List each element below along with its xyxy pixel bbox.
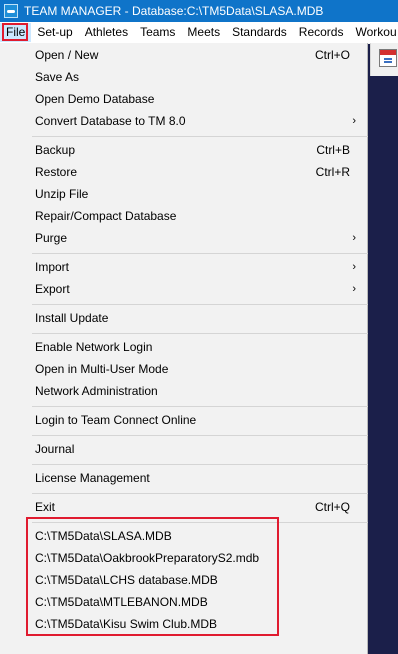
menu-item-install-update[interactable]: Install Update [3, 308, 365, 329]
recent-file-item[interactable]: C:\TM5Data\Kisu Swim Club.MDB [3, 614, 365, 635]
submenu-arrow-icon: › [352, 283, 356, 295]
menu-item-label: Network Administration [35, 384, 158, 398]
window-title: TEAM MANAGER - Database:C:\TM5Data\SLASA… [24, 4, 324, 18]
menu-separator [32, 333, 368, 334]
menu-separator [32, 136, 368, 137]
menu-separator [32, 304, 368, 305]
submenu-arrow-icon: › [352, 261, 356, 273]
menu-item-open-demo-database[interactable]: Open Demo Database [3, 89, 365, 110]
menu-item-label: Install Update [35, 311, 109, 325]
menu-item-label: Import [35, 260, 70, 274]
menu-records[interactable]: Records [293, 23, 350, 42]
toolbar [370, 43, 398, 76]
menu-item-backup[interactable]: Backup Ctrl+B [3, 140, 365, 161]
menu-teams[interactable]: Teams [134, 23, 181, 42]
menu-item-label: Export [35, 282, 70, 296]
menu-item-label: Unzip File [35, 187, 89, 201]
menu-item-label: Exit [35, 500, 56, 514]
recent-file-item[interactable]: C:\TM5Data\SLASA.MDB [3, 526, 365, 547]
recent-file-path: C:\TM5Data\Kisu Swim Club.MDB [35, 617, 218, 631]
submenu-arrow-icon: › [352, 115, 356, 127]
menu-item-label: Login to Team Connect Online [35, 413, 197, 427]
recent-file-path: C:\TM5Data\MTLEBANON.MDB [35, 595, 208, 609]
file-menu-dropdown: Open / New Ctrl+O Save As Open Demo Data… [0, 43, 368, 654]
menu-item-shortcut: Ctrl+R [315, 165, 350, 179]
menu-item-restore[interactable]: Restore Ctrl+R [3, 162, 365, 183]
menu-separator [32, 253, 368, 254]
recent-file-item[interactable]: C:\TM5Data\LCHS database.MDB [3, 570, 365, 591]
recent-file-item[interactable]: C:\TM5Data\OakbrookPreparatoryS2.mdb [3, 548, 365, 569]
menu-item-open-multi-user[interactable]: Open in Multi-User Mode [3, 359, 365, 380]
menu-workouts[interactable]: Workou [349, 23, 398, 42]
menu-item-label: Save As [35, 70, 80, 84]
menu-file[interactable]: File [0, 23, 32, 42]
menu-setup[interactable]: Set-up [31, 23, 78, 42]
menu-item-label: Restore [35, 165, 78, 179]
menu-item-purge[interactable]: Purge › [3, 228, 365, 249]
menu-separator [32, 464, 368, 465]
menu-item-license-management[interactable]: License Management [3, 468, 365, 489]
menu-item-label: Open / New [35, 48, 99, 62]
recent-file-item[interactable]: C:\TM5Data\MTLEBANON.MDB [3, 592, 365, 613]
title-bar: TEAM MANAGER - Database:C:\TM5Data\SLASA… [0, 0, 398, 22]
menu-item-open-new[interactable]: Open / New Ctrl+O [3, 45, 365, 66]
menu-item-label: Repair/Compact Database [35, 209, 177, 223]
menu-item-convert-database[interactable]: Convert Database to TM 8.0 › [3, 111, 365, 132]
menu-item-shortcut: Ctrl+Q [314, 500, 350, 514]
menu-separator [32, 522, 368, 523]
menu-item-label: Purge [35, 231, 68, 245]
menu-bar: File Set-up Athletes Teams Meets Standar… [0, 22, 398, 44]
menu-item-network-administration[interactable]: Network Administration [3, 381, 365, 402]
menu-item-label: Open Demo Database [35, 92, 155, 106]
menu-standards[interactable]: Standards [226, 23, 293, 42]
recent-file-path: C:\TM5Data\SLASA.MDB [35, 529, 172, 543]
menu-separator [32, 493, 368, 494]
menu-item-label: License Management [35, 471, 150, 485]
app-icon [4, 4, 18, 18]
menu-athletes[interactable]: Athletes [79, 23, 134, 42]
menu-item-exit[interactable]: Exit Ctrl+Q [3, 497, 365, 518]
recent-file-path: C:\TM5Data\OakbrookPreparatoryS2.mdb [35, 551, 260, 565]
calendar-icon[interactable] [379, 49, 397, 67]
menu-item-label: Journal [35, 442, 75, 456]
menu-item-label: Enable Network Login [35, 340, 153, 354]
submenu-arrow-icon: › [352, 232, 356, 244]
menu-item-unzip-file[interactable]: Unzip File [3, 184, 365, 205]
menu-item-label: Open in Multi-User Mode [35, 362, 169, 376]
menu-item-shortcut: Ctrl+O [314, 48, 350, 62]
menu-separator [32, 435, 368, 436]
menu-item-import[interactable]: Import › [3, 257, 365, 278]
menu-separator [32, 406, 368, 407]
menu-item-shortcut: Ctrl+B [316, 143, 350, 157]
menu-item-login-team-connect[interactable]: Login to Team Connect Online [3, 410, 365, 431]
menu-item-export[interactable]: Export › [3, 279, 365, 300]
menu-item-enable-network-login[interactable]: Enable Network Login [3, 337, 365, 358]
menu-item-journal[interactable]: Journal [3, 439, 365, 460]
menu-item-label: Backup [35, 143, 76, 157]
menu-item-save-as[interactable]: Save As [3, 67, 365, 88]
menu-item-repair-compact[interactable]: Repair/Compact Database [3, 206, 365, 227]
menu-item-label: Convert Database to TM 8.0 [35, 114, 186, 128]
menu-meets[interactable]: Meets [181, 23, 226, 42]
recent-file-path: C:\TM5Data\LCHS database.MDB [35, 573, 218, 587]
